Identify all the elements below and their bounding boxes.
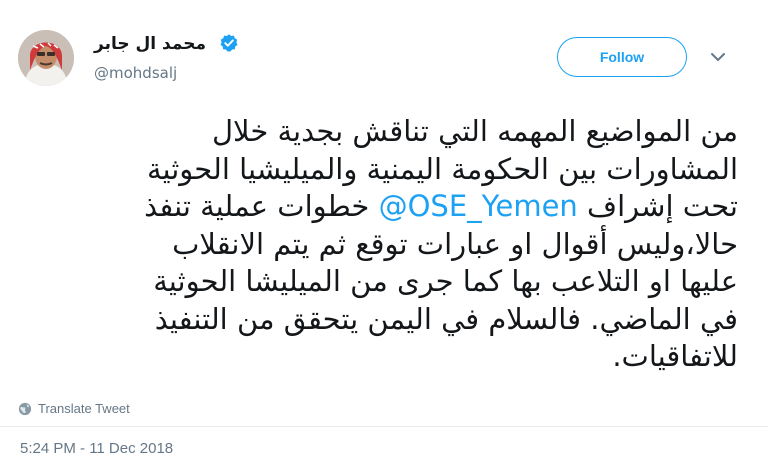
tweet-line: في الماضي. فالسلام في اليمن يتحقق من الت… <box>154 301 738 336</box>
tweet-line-segment: تحت إشراف <box>577 189 738 223</box>
tweet-line: حالا،وليس أقوال او عبارات توقع ثم يتم ال… <box>172 226 738 261</box>
tweet-line: المشاورات بين الحكومة اليمنية والميليشيا… <box>146 151 738 186</box>
tweet-line-segment: خطوات عملية تنفذ <box>144 189 379 223</box>
author-handle[interactable]: @mohdsalj <box>94 64 177 82</box>
avatar[interactable] <box>18 30 74 86</box>
tweet-text: من المواضيع المهمه التي تناقش بجدية خلال… <box>20 113 738 376</box>
tweet-line: عليها او التلاعب بها كما جرى من الميليشا… <box>153 264 738 298</box>
translate-label[interactable]: Translate Tweet <box>38 401 130 416</box>
translate-tweet-link[interactable]: Translate Tweet <box>18 401 130 416</box>
divider <box>0 426 768 427</box>
mention-link[interactable]: @OSE_Yemen <box>379 189 578 223</box>
globe-icon <box>18 402 32 415</box>
chevron-down-icon[interactable] <box>708 50 728 64</box>
tweet-timestamp[interactable]: 5:24 PM - 11 Dec 2018 <box>20 440 173 457</box>
verified-badge-icon <box>220 34 238 52</box>
author-name[interactable]: محمد ال جابر <box>94 34 206 54</box>
tweet-line: للاتفاقيات. <box>612 339 738 373</box>
tweet-line: من المواضيع المهمه التي تناقش بجدية خلال <box>211 114 738 148</box>
avatar-photo <box>18 30 74 86</box>
follow-button[interactable]: Follow <box>557 37 687 77</box>
tweet-line: تحت إشراف @OSE_Yemen خطوات عملية تنفذ <box>20 188 738 226</box>
